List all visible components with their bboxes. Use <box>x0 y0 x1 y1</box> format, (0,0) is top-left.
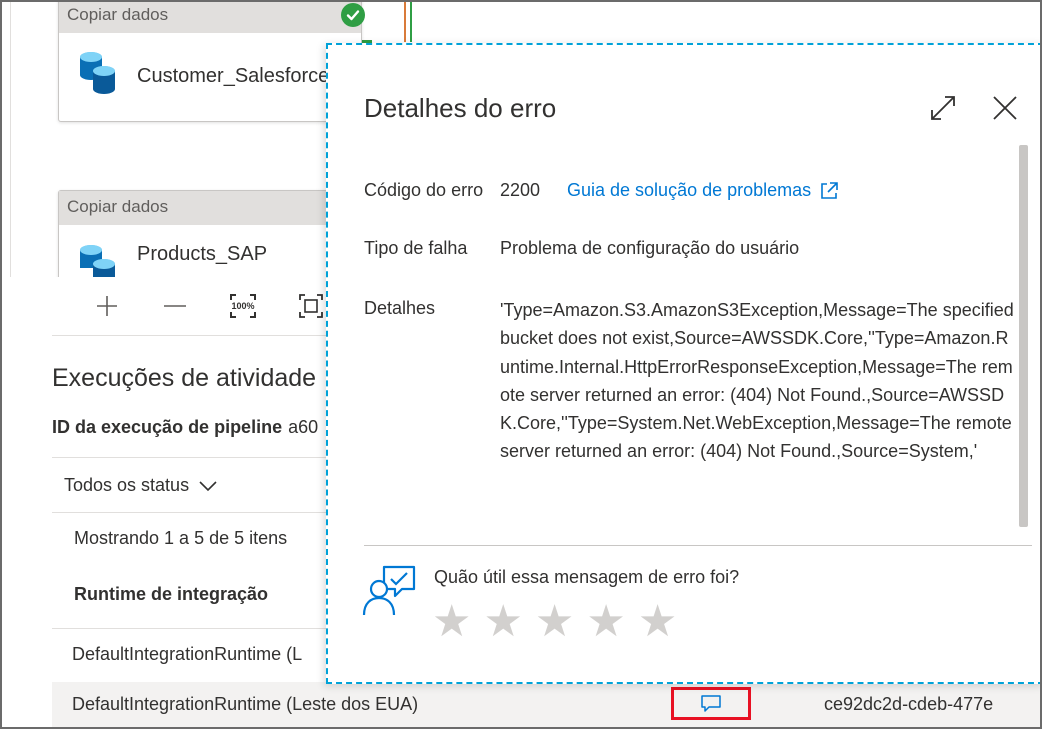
canvas-toolbar: 100% <box>52 277 342 335</box>
failure-type-value: Problema de configuração do usuário <box>500 238 800 258</box>
star-icon[interactable]: ★ <box>483 600 522 644</box>
fit-to-screen-icon <box>299 294 323 318</box>
divider <box>52 628 342 629</box>
divider <box>52 512 342 513</box>
canvas-border <box>10 2 11 277</box>
activity-type-label: Copiar dados <box>59 191 361 225</box>
pipeline-run-id: ID da execução de pipeline a60 <box>52 417 318 438</box>
speech-bubble-icon <box>701 694 721 712</box>
divider <box>52 335 342 336</box>
table-cell-runtime: DefaultIntegrationRuntime (Leste dos EUA… <box>72 694 419 714</box>
zoom-100-button[interactable]: 100% <box>220 283 266 329</box>
connector-line <box>404 2 406 42</box>
expand-button[interactable] <box>926 91 960 125</box>
window-frame: Copiar dados Customer_Salesforce Copiar … <box>0 0 1042 729</box>
error-details-panel: Detalhes do erro Código do erro 2200 Gui… <box>326 43 1040 684</box>
failure-type-label: Tipo de falha <box>364 238 468 258</box>
status-filter-label: Todos os status <box>64 475 190 495</box>
details-label: Detalhes <box>364 298 436 318</box>
item-count-text: Mostrando 1 a 5 de 5 itens <box>74 528 288 548</box>
minus-icon <box>164 305 186 307</box>
troubleshooting-guide-link[interactable]: Guia de solução de problemas <box>567 180 839 201</box>
error-details-text: 'Type=Amazon.S3.AmazonS3Exception,Messag… <box>500 300 1014 462</box>
chevron-down-icon <box>199 480 217 491</box>
activity-node-customer[interactable]: Copiar dados Customer_Salesforce <box>58 2 365 122</box>
connector-line <box>410 2 412 42</box>
error-code-value: 2200 <box>500 180 541 200</box>
expand-icon <box>931 96 955 120</box>
zoom-out-button[interactable] <box>152 283 198 329</box>
activity-type-label: Copiar dados <box>59 2 361 33</box>
table-row[interactable]: DefaultIntegrationRuntime (L <box>72 644 302 665</box>
feedback-question: Quão útil essa mensagem de erro foi? <box>434 567 740 587</box>
error-code-label: Código do erro <box>364 180 484 200</box>
divider <box>364 545 1032 546</box>
close-icon <box>993 96 1017 120</box>
zoom-in-button[interactable] <box>84 283 130 329</box>
activity-node-products[interactable]: Copiar dados Products_SAP <box>58 190 362 290</box>
activity-name: Customer_Salesforce <box>137 64 330 87</box>
column-header-runtime[interactable]: Runtime de integração <box>74 584 268 605</box>
star-icon[interactable]: ★ <box>586 600 625 644</box>
star-icon[interactable]: ★ <box>638 600 677 644</box>
star-rating: ★ ★ ★ ★ ★ <box>432 600 677 644</box>
feedback-person-icon <box>362 565 418 617</box>
pipeline-run-id-label: ID da execução de pipeline <box>52 417 283 437</box>
external-link-icon <box>821 181 838 199</box>
status-filter-dropdown[interactable]: Todos os status <box>64 475 217 496</box>
panel-title: Detalhes do erro <box>364 93 557 123</box>
error-details-button[interactable] <box>671 687 751 720</box>
divider <box>52 457 342 458</box>
check-circle-icon <box>341 3 365 27</box>
pipeline-run-id-value: a60 <box>288 417 319 437</box>
troubleshooting-guide-label: Guia de solução de problemas <box>567 180 812 200</box>
plus-icon <box>97 296 117 316</box>
star-icon[interactable]: ★ <box>535 600 574 644</box>
database-icon <box>77 50 119 102</box>
section-title: Execuções de atividade <box>52 364 317 392</box>
scrollbar[interactable] <box>1019 145 1028 527</box>
zoom-100-label: 100% <box>231 301 255 311</box>
close-button[interactable] <box>988 91 1022 125</box>
star-icon[interactable]: ★ <box>432 600 471 644</box>
table-cell-run-id: ce92dc2d-cdeb-477e <box>824 694 994 714</box>
activity-name: Products_SAP <box>137 243 268 265</box>
